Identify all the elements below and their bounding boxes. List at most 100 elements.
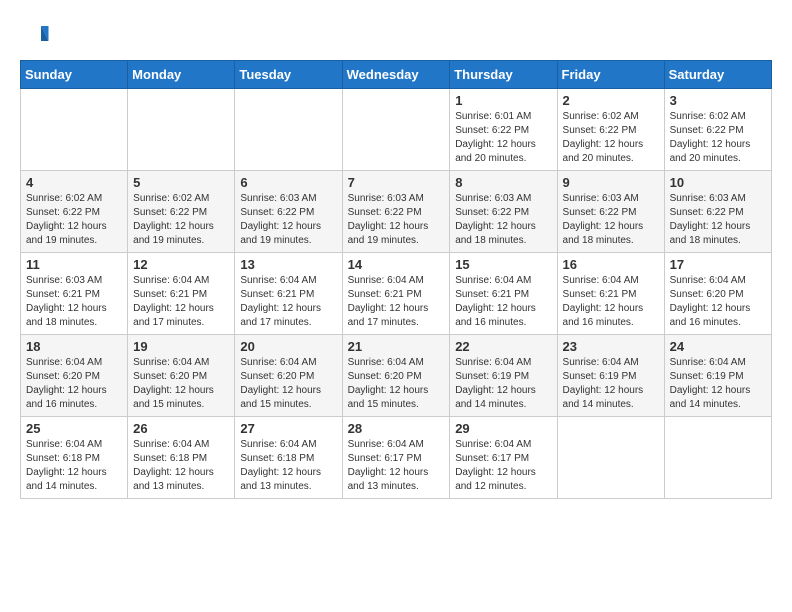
day-info: Sunrise: 6:04 AM Sunset: 6:19 PM Dayligh… bbox=[455, 356, 551, 412]
day-info: Sunrise: 6:04 AM Sunset: 6:21 PM Dayligh… bbox=[240, 274, 336, 330]
day-number: 14 bbox=[348, 257, 445, 272]
day-number: 15 bbox=[455, 257, 551, 272]
day-info: Sunrise: 6:04 AM Sunset: 6:20 PM Dayligh… bbox=[240, 356, 336, 412]
day-header-wednesday: Wednesday bbox=[342, 61, 450, 89]
day-number: 12 bbox=[133, 257, 229, 272]
calendar-cell: 13 Sunrise: 6:04 AM Sunset: 6:21 PM Dayli… bbox=[235, 253, 342, 335]
day-number: 26 bbox=[133, 421, 229, 436]
day-header-tuesday: Tuesday bbox=[235, 61, 342, 89]
calendar-cell: 11 Sunrise: 6:03 AM Sunset: 6:21 PM Dayli… bbox=[21, 253, 128, 335]
calendar-cell: 10 Sunrise: 6:03 AM Sunset: 6:22 PM Dayli… bbox=[664, 171, 771, 253]
calendar-header-row: SundayMondayTuesdayWednesdayThursdayFrid… bbox=[21, 61, 772, 89]
day-info: Sunrise: 6:04 AM Sunset: 6:20 PM Dayligh… bbox=[348, 356, 445, 412]
day-info: Sunrise: 6:04 AM Sunset: 6:19 PM Dayligh… bbox=[670, 356, 766, 412]
day-info: Sunrise: 6:02 AM Sunset: 6:22 PM Dayligh… bbox=[26, 192, 122, 248]
calendar-cell: 9 Sunrise: 6:03 AM Sunset: 6:22 PM Daylig… bbox=[557, 171, 664, 253]
day-info: Sunrise: 6:01 AM Sunset: 6:22 PM Dayligh… bbox=[455, 110, 551, 166]
calendar-cell: 5 Sunrise: 6:02 AM Sunset: 6:22 PM Daylig… bbox=[128, 171, 235, 253]
day-number: 11 bbox=[26, 257, 122, 272]
day-header-friday: Friday bbox=[557, 61, 664, 89]
day-info: Sunrise: 6:03 AM Sunset: 6:22 PM Dayligh… bbox=[670, 192, 766, 248]
calendar-cell: 1 Sunrise: 6:01 AM Sunset: 6:22 PM Daylig… bbox=[450, 89, 557, 171]
day-number: 2 bbox=[563, 93, 659, 108]
calendar-week-row: 18 Sunrise: 6:04 AM Sunset: 6:20 PM Dayli… bbox=[21, 335, 772, 417]
day-info: Sunrise: 6:03 AM Sunset: 6:21 PM Dayligh… bbox=[26, 274, 122, 330]
calendar-cell: 29Sunrise: 6:04 AM Sunset: 6:17 PM Dayli… bbox=[450, 417, 557, 499]
calendar-cell bbox=[128, 89, 235, 171]
day-info: Sunrise: 6:04 AM Sunset: 6:20 PM Dayligh… bbox=[670, 274, 766, 330]
calendar-cell: 27Sunrise: 6:04 AM Sunset: 6:18 PM Dayli… bbox=[235, 417, 342, 499]
day-info: Sunrise: 6:04 AM Sunset: 6:17 PM Dayligh… bbox=[348, 438, 445, 494]
calendar-cell: 7 Sunrise: 6:03 AM Sunset: 6:22 PM Daylig… bbox=[342, 171, 450, 253]
day-number: 18 bbox=[26, 339, 122, 354]
day-info: Sunrise: 6:02 AM Sunset: 6:22 PM Dayligh… bbox=[670, 110, 766, 166]
day-header-thursday: Thursday bbox=[450, 61, 557, 89]
calendar-cell: 8Sunrise: 6:03 AM Sunset: 6:22 PM Daylig… bbox=[450, 171, 557, 253]
day-number: 9 bbox=[563, 175, 659, 190]
day-info: Sunrise: 6:02 AM Sunset: 6:22 PM Dayligh… bbox=[563, 110, 659, 166]
day-info: Sunrise: 6:04 AM Sunset: 6:21 PM Dayligh… bbox=[563, 274, 659, 330]
day-number: 17 bbox=[670, 257, 766, 272]
calendar-cell: 20 Sunrise: 6:04 AM Sunset: 6:20 PM Dayli… bbox=[235, 335, 342, 417]
calendar-table: SundayMondayTuesdayWednesdayThursdayFrid… bbox=[20, 60, 772, 499]
day-number: 1 bbox=[455, 93, 551, 108]
day-number: 13 bbox=[240, 257, 336, 272]
calendar-cell bbox=[557, 417, 664, 499]
day-info: Sunrise: 6:03 AM Sunset: 6:22 PM Dayligh… bbox=[240, 192, 336, 248]
calendar-cell: 19 Sunrise: 6:04 AM Sunset: 6:20 PM Dayli… bbox=[128, 335, 235, 417]
day-info: Sunrise: 6:04 AM Sunset: 6:18 PM Dayligh… bbox=[26, 438, 122, 494]
day-info: Sunrise: 6:04 AM Sunset: 6:18 PM Dayligh… bbox=[133, 438, 229, 494]
day-info: Sunrise: 6:04 AM Sunset: 6:21 PM Dayligh… bbox=[133, 274, 229, 330]
calendar-week-row: 11 Sunrise: 6:03 AM Sunset: 6:21 PM Dayli… bbox=[21, 253, 772, 335]
day-number: 16 bbox=[563, 257, 659, 272]
calendar-cell: 4 Sunrise: 6:02 AM Sunset: 6:22 PM Daylig… bbox=[21, 171, 128, 253]
day-header-saturday: Saturday bbox=[664, 61, 771, 89]
calendar-week-row: 25 Sunrise: 6:04 AM Sunset: 6:18 PM Dayli… bbox=[21, 417, 772, 499]
calendar-week-row: 4 Sunrise: 6:02 AM Sunset: 6:22 PM Daylig… bbox=[21, 171, 772, 253]
logo bbox=[20, 20, 54, 50]
day-number: 8 bbox=[455, 175, 551, 190]
calendar-week-row: 1 Sunrise: 6:01 AM Sunset: 6:22 PM Daylig… bbox=[21, 89, 772, 171]
calendar-cell: 26 Sunrise: 6:04 AM Sunset: 6:18 PM Dayli… bbox=[128, 417, 235, 499]
day-number: 5 bbox=[133, 175, 229, 190]
day-info: Sunrise: 6:04 AM Sunset: 6:20 PM Dayligh… bbox=[26, 356, 122, 412]
calendar-cell: 25 Sunrise: 6:04 AM Sunset: 6:18 PM Dayli… bbox=[21, 417, 128, 499]
calendar-cell: 23 Sunrise: 6:04 AM Sunset: 6:19 PM Dayli… bbox=[557, 335, 664, 417]
day-number: 10 bbox=[670, 175, 766, 190]
day-number: 29 bbox=[455, 421, 551, 436]
calendar-cell bbox=[664, 417, 771, 499]
calendar-cell: 28Sunrise: 6:04 AM Sunset: 6:17 PM Dayli… bbox=[342, 417, 450, 499]
day-info: Sunrise: 6:04 AM Sunset: 6:19 PM Dayligh… bbox=[563, 356, 659, 412]
calendar-cell bbox=[21, 89, 128, 171]
day-info: Sunrise: 6:04 AM Sunset: 6:21 PM Dayligh… bbox=[455, 274, 551, 330]
day-header-monday: Monday bbox=[128, 61, 235, 89]
day-number: 23 bbox=[563, 339, 659, 354]
calendar-cell bbox=[342, 89, 450, 171]
day-number: 22 bbox=[455, 339, 551, 354]
calendar-cell: 16 Sunrise: 6:04 AM Sunset: 6:21 PM Dayli… bbox=[557, 253, 664, 335]
day-info: Sunrise: 6:04 AM Sunset: 6:20 PM Dayligh… bbox=[133, 356, 229, 412]
day-number: 7 bbox=[348, 175, 445, 190]
calendar-cell: 3Sunrise: 6:02 AM Sunset: 6:22 PM Daylig… bbox=[664, 89, 771, 171]
calendar-cell bbox=[235, 89, 342, 171]
calendar-cell: 12 Sunrise: 6:04 AM Sunset: 6:21 PM Dayli… bbox=[128, 253, 235, 335]
calendar-cell: 15 Sunrise: 6:04 AM Sunset: 6:21 PM Dayli… bbox=[450, 253, 557, 335]
day-info: Sunrise: 6:04 AM Sunset: 6:21 PM Dayligh… bbox=[348, 274, 445, 330]
day-number: 24 bbox=[670, 339, 766, 354]
calendar-cell: 18 Sunrise: 6:04 AM Sunset: 6:20 PM Dayli… bbox=[21, 335, 128, 417]
day-number: 25 bbox=[26, 421, 122, 436]
day-number: 21 bbox=[348, 339, 445, 354]
day-info: Sunrise: 6:03 AM Sunset: 6:22 PM Dayligh… bbox=[348, 192, 445, 248]
calendar-cell: 21 Sunrise: 6:04 AM Sunset: 6:20 PM Dayli… bbox=[342, 335, 450, 417]
calendar-cell: 6 Sunrise: 6:03 AM Sunset: 6:22 PM Daylig… bbox=[235, 171, 342, 253]
day-number: 4 bbox=[26, 175, 122, 190]
calendar-cell: 24 Sunrise: 6:04 AM Sunset: 6:19 PM Dayli… bbox=[664, 335, 771, 417]
day-info: Sunrise: 6:02 AM Sunset: 6:22 PM Dayligh… bbox=[133, 192, 229, 248]
day-number: 27 bbox=[240, 421, 336, 436]
day-number: 20 bbox=[240, 339, 336, 354]
calendar-cell: 14 Sunrise: 6:04 AM Sunset: 6:21 PM Dayli… bbox=[342, 253, 450, 335]
day-number: 19 bbox=[133, 339, 229, 354]
day-info: Sunrise: 6:03 AM Sunset: 6:22 PM Dayligh… bbox=[563, 192, 659, 248]
day-number: 6 bbox=[240, 175, 336, 190]
page-header bbox=[20, 20, 772, 50]
